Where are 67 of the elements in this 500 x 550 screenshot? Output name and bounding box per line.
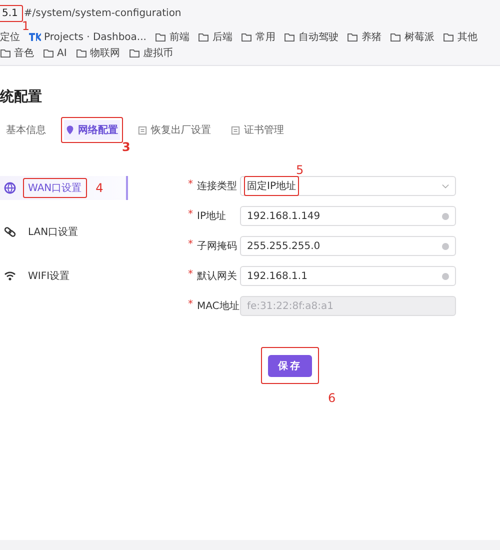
annotation-box (261, 347, 319, 384)
site-icon (29, 32, 41, 42)
menu-item[interactable]: WIFI设置 (0, 264, 128, 288)
input-field: fe:31:22:8f:a8:a1 (240, 296, 456, 316)
field-label: 子网掩码 (197, 240, 237, 253)
annotation-box (0, 4, 23, 22)
input-field[interactable]: 192.168.1.1 (240, 266, 456, 286)
document-icon (231, 126, 240, 134)
annotation-number: 3 (122, 140, 130, 154)
chevron-down-icon (442, 184, 449, 188)
clear-icon[interactable] (442, 212, 449, 220)
annotation-number: 6 (328, 391, 336, 405)
required-mark: * (188, 209, 193, 222)
bookmark[interactable]: 物联网 (90, 46, 120, 60)
folder-icon (43, 48, 54, 58)
bookmark[interactable]: 虚拟币 (142, 46, 173, 60)
clear-icon[interactable] (442, 272, 449, 280)
bookmark[interactable]: 常用 (255, 30, 276, 44)
annotation-number: 5 (296, 163, 304, 177)
menu-item[interactable]: LAN口设置 (0, 220, 128, 244)
field-label: IP地址 (197, 210, 226, 223)
folder-icon (284, 32, 296, 42)
bookmark[interactable]: 定位 (0, 30, 20, 44)
clear-icon[interactable] (442, 242, 449, 250)
folder-icon (128, 48, 140, 58)
field-label: MAC地址 (197, 300, 240, 313)
bookmark[interactable]: 树莓派 (404, 30, 434, 44)
globe-icon (4, 182, 16, 194)
annotation-number: 4 (96, 181, 104, 195)
bookmark[interactable]: 前端 (169, 30, 190, 44)
folder-icon (76, 48, 87, 58)
bookmark[interactable]: 后端 (212, 30, 232, 44)
document-icon (138, 126, 147, 134)
folder-icon (390, 32, 402, 42)
bookmark[interactable]: 养猪 (361, 30, 382, 44)
required-mark: * (188, 299, 193, 312)
folder-icon (241, 32, 252, 42)
annotation-box (23, 178, 87, 198)
required-mark: * (188, 239, 193, 252)
folder-icon (198, 32, 210, 42)
tab[interactable]: 证书管理 (229, 120, 286, 140)
link-icon (4, 226, 16, 238)
bookmark[interactable]: 音色 (14, 46, 34, 60)
save-button[interactable]: 保存 (268, 355, 312, 377)
bookmark[interactable]: AI (57, 48, 67, 58)
input-field[interactable]: 255.255.255.0 (240, 236, 456, 256)
tab[interactable]: 恢复出厂设置 (136, 120, 213, 140)
annotation-box (61, 117, 123, 143)
folder-icon (155, 32, 166, 42)
folder-icon (0, 48, 11, 58)
folder-icon (443, 32, 454, 42)
folder-icon (347, 32, 358, 42)
annotation-box (244, 176, 299, 196)
wifi-icon (4, 271, 16, 281)
field-label: 默认网关 (197, 270, 237, 283)
bookmark[interactable]: 其他 (457, 30, 478, 44)
menu-item[interactable]: WAN口设置 4 (0, 176, 128, 200)
tab[interactable]: 基本信息 (4, 120, 48, 140)
page-title: 统配置 (0, 88, 43, 106)
input-field[interactable]: 192.168.1.149 (240, 206, 456, 226)
bookmark[interactable]: 自动驾驶 (298, 30, 338, 44)
field-label: 连接类型 (197, 180, 237, 193)
url-path[interactable]: #/system/system-configuration (24, 8, 182, 18)
bookmark[interactable]: Projects · Dashboa... (44, 32, 146, 42)
required-mark: * (188, 269, 193, 282)
required-mark: * (188, 179, 193, 192)
location-pin-icon (66, 125, 74, 135)
